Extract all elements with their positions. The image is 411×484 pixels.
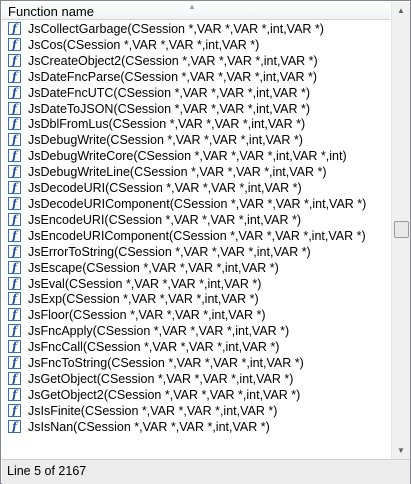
- function-icon: f: [8, 53, 21, 67]
- function-icon: f: [8, 101, 21, 115]
- function-signature: JsDebugWriteCore(CSession *,VAR *,VAR *,…: [28, 149, 347, 164]
- function-icon: f: [8, 133, 21, 147]
- function-icon: f: [8, 228, 21, 242]
- function-icon: f: [8, 324, 21, 338]
- function-icon: f: [8, 117, 21, 131]
- function-signature: JsEncodeURI(CSession *,VAR *,VAR *,int,V…: [28, 212, 302, 227]
- function-icon: f: [8, 85, 21, 99]
- function-signature: JsExp(CSession *,VAR *,VAR *,int,VAR *): [28, 292, 259, 307]
- sort-ascending-icon: ▲: [188, 2, 196, 11]
- list-item[interactable]: f JsDateToJSON(CSession *,VAR *,VAR *,int…: [2, 101, 390, 117]
- function-icon: f: [8, 244, 21, 258]
- function-signature: JsFncCall(CSession *,VAR *,VAR *,int,VAR…: [28, 340, 280, 355]
- function-icon: f: [8, 37, 21, 51]
- function-signature: JsDecodeURI(CSession *,VAR *,VAR *,int,V…: [28, 181, 302, 196]
- scroll-up-arrow-icon[interactable]: ▲: [392, 2, 410, 19]
- list-item[interactable]: f JsExp(CSession *,VAR *,VAR *,int,VAR *): [2, 291, 390, 307]
- function-list[interactable]: f JsCollectGarbage(CSession *,VAR *,VAR *…: [2, 21, 390, 459]
- function-signature: JsDateFncUTC(CSession *,VAR *,VAR *,int,…: [28, 85, 311, 100]
- status-bar: Line 5 of 2167: [2, 459, 410, 484]
- function-signature: JsDblFromLus(CSession *,VAR *,VAR *,int,…: [28, 117, 306, 132]
- function-icon: f: [8, 308, 21, 322]
- function-icon: f: [8, 149, 21, 163]
- function-icon: f: [8, 419, 21, 433]
- list-item[interactable]: f JsGetObject2(CSession *,VAR *,VAR *,int…: [2, 387, 390, 403]
- function-signature: JsIsNan(CSession *,VAR *,VAR *,int,VAR *…: [28, 419, 270, 434]
- list-item[interactable]: f JsErrorToString(CSession *,VAR *,VAR *,…: [2, 244, 390, 260]
- vertical-scrollbar[interactable]: ▲ ▼: [391, 2, 410, 459]
- list-item[interactable]: f JsEscape(CSession *,VAR *,VAR *,int,VAR…: [2, 260, 390, 276]
- function-signature: JsDebugWrite(CSession *,VAR *,VAR *,int,…: [28, 133, 303, 148]
- function-signature: JsDateFncParse(CSession *,VAR *,VAR *,in…: [28, 69, 317, 84]
- list-item[interactable]: f JsFncApply(CSession *,VAR *,VAR *,int,V…: [2, 323, 390, 339]
- function-signature: JsDateToJSON(CSession *,VAR *,VAR *,int,…: [28, 101, 311, 116]
- function-icon: f: [8, 276, 21, 290]
- function-signature: JsDebugWriteLine(CSession *,VAR *,VAR *,…: [28, 165, 327, 180]
- list-item[interactable]: f JsCollectGarbage(CSession *,VAR *,VAR *…: [2, 21, 390, 37]
- list-item[interactable]: f JsDateFncParse(CSession *,VAR *,VAR *,i…: [2, 69, 390, 85]
- list-item[interactable]: f JsEncodeURI(CSession *,VAR *,VAR *,int,…: [2, 212, 390, 228]
- line-position-status: Line 5 of 2167: [7, 464, 87, 478]
- list-item[interactable]: f JsFncToString(CSession *,VAR *,VAR *,in…: [2, 355, 390, 371]
- list-item[interactable]: f JsDebugWriteCore(CSession *,VAR *,VAR *…: [2, 148, 390, 164]
- function-signature: JsDecodeURIComponent(CSession *,VAR *,VA…: [28, 196, 367, 211]
- list-item[interactable]: f JsCreateObject2(CSession *,VAR *,VAR *,…: [2, 53, 390, 69]
- function-signature: JsEncodeURIComponent(CSession *,VAR *,VA…: [28, 228, 366, 243]
- function-icon: f: [8, 292, 21, 306]
- function-signature: JsGetObject(CSession *,VAR *,VAR *,int,V…: [28, 371, 294, 386]
- list-item[interactable]: f JsFloor(CSession *,VAR *,VAR *,int,VAR …: [2, 307, 390, 323]
- function-signature: JsIsFinite(CSession *,VAR *,VAR *,int,VA…: [28, 403, 278, 418]
- function-icon: f: [8, 181, 21, 195]
- function-signature: JsCos(CSession *,VAR *,VAR *,int,VAR *): [28, 37, 260, 52]
- function-signature: JsCollectGarbage(CSession *,VAR *,VAR *,…: [28, 22, 324, 36]
- function-list-window: Function name ▲ f JsCollectGarbage(CSessi…: [0, 0, 411, 484]
- function-icon: f: [8, 212, 21, 226]
- function-signature: JsGetObject2(CSession *,VAR *,VAR *,int,…: [28, 387, 301, 402]
- column-header-label: Function name: [8, 4, 94, 19]
- scrollbar-thumb[interactable]: [394, 221, 409, 238]
- function-icon: f: [8, 22, 21, 35]
- list-item[interactable]: f JsDebugWriteLine(CSession *,VAR *,VAR *…: [2, 164, 390, 180]
- function-signature: JsCreateObject2(CSession *,VAR *,VAR *,i…: [28, 53, 318, 68]
- function-signature: JsEscape(CSession *,VAR *,VAR *,int,VAR …: [28, 260, 279, 275]
- function-signature: JsFncApply(CSession *,VAR *,VAR *,int,VA…: [28, 324, 290, 339]
- function-icon: f: [8, 340, 21, 354]
- list-item[interactable]: f JsEval(CSession *,VAR *,VAR *,int,VAR *…: [2, 276, 390, 292]
- list-item[interactable]: f JsDblFromLus(CSession *,VAR *,VAR *,int…: [2, 116, 390, 132]
- function-icon: f: [8, 387, 21, 401]
- function-icon: f: [8, 371, 21, 385]
- function-signature: JsErrorToString(CSession *,VAR *,VAR *,i…: [28, 244, 311, 259]
- function-icon: f: [8, 69, 21, 83]
- list-item[interactable]: f JsFncCall(CSession *,VAR *,VAR *,int,VA…: [2, 339, 390, 355]
- list-item[interactable]: f JsCos(CSession *,VAR *,VAR *,int,VAR *): [2, 37, 390, 53]
- function-icon: f: [8, 356, 21, 370]
- list-item[interactable]: f JsIsFinite(CSession *,VAR *,VAR *,int,V…: [2, 403, 390, 419]
- list-item[interactable]: f JsGetObject(CSession *,VAR *,VAR *,int,…: [2, 371, 390, 387]
- list-item[interactable]: f JsDecodeURI(CSession *,VAR *,VAR *,int,…: [2, 180, 390, 196]
- function-signature: JsEval(CSession *,VAR *,VAR *,int,VAR *): [28, 276, 262, 291]
- function-signature: JsFncToString(CSession *,VAR *,VAR *,int…: [28, 356, 304, 371]
- function-icon: f: [8, 260, 21, 274]
- list-item[interactable]: f JsIsNan(CSession *,VAR *,VAR *,int,VAR …: [2, 419, 390, 435]
- function-icon: f: [8, 165, 21, 179]
- column-header-function-name[interactable]: Function name ▲: [2, 2, 390, 20]
- scroll-down-arrow-icon[interactable]: ▼: [392, 442, 410, 459]
- function-icon: f: [8, 403, 21, 417]
- list-item[interactable]: f JsDateFncUTC(CSession *,VAR *,VAR *,int…: [2, 85, 390, 101]
- list-item[interactable]: f JsDecodeURIComponent(CSession *,VAR *,V…: [2, 196, 390, 212]
- function-icon: f: [8, 196, 21, 210]
- list-item[interactable]: f JsDebugWrite(CSession *,VAR *,VAR *,int…: [2, 132, 390, 148]
- function-signature: JsFloor(CSession *,VAR *,VAR *,int,VAR *…: [28, 308, 266, 323]
- list-item[interactable]: f JsEncodeURIComponent(CSession *,VAR *,V…: [2, 228, 390, 244]
